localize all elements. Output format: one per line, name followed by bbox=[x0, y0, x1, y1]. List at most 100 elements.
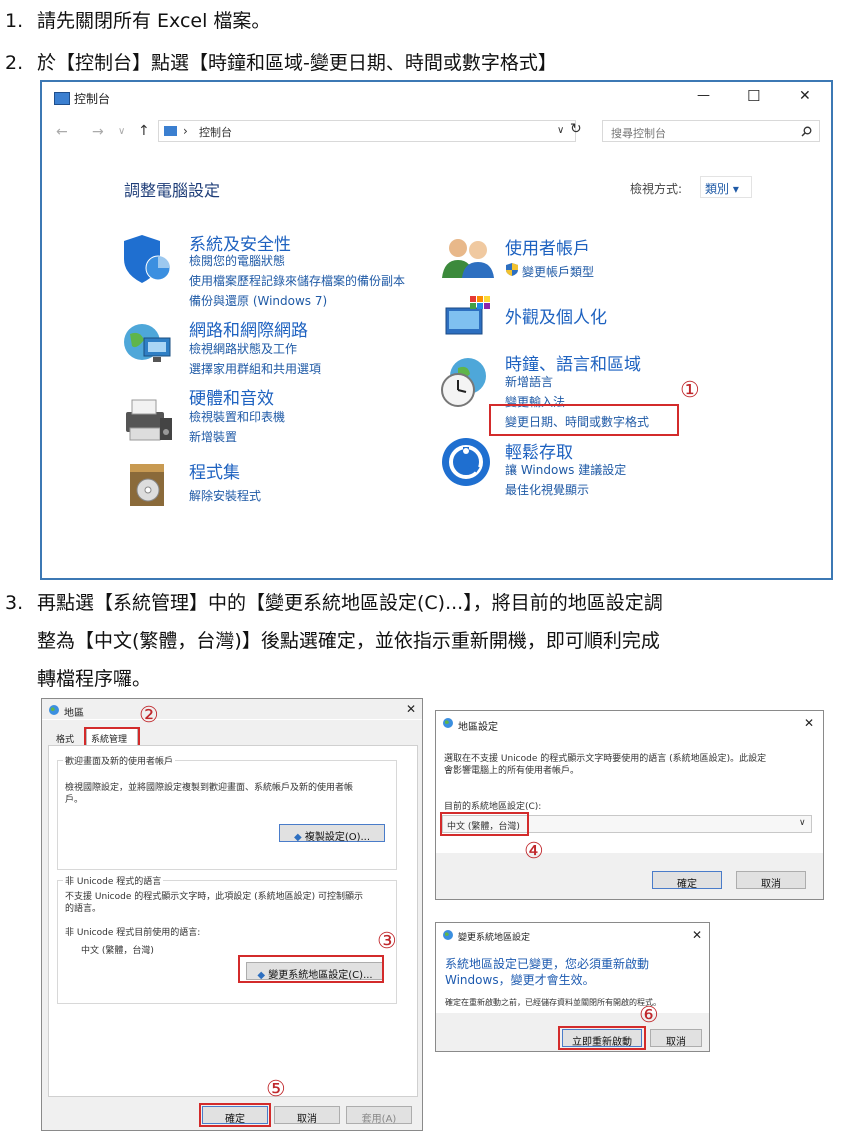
step-3-line-3: 轉檔程序囉。 bbox=[37, 668, 152, 690]
category-hardware-sound[interactable]: 硬體和音效 bbox=[189, 384, 274, 409]
view-by-label: 檢視方式: bbox=[630, 182, 683, 196]
forward-arrow-icon[interactable]: → bbox=[92, 124, 104, 140]
copy-settings-button[interactable]: ◆ 複製設定(O)... bbox=[279, 824, 385, 843]
region-dialog: 地區 ✕ 格式 系統管理 ② 歡迎畫面及新的使用者帳戶 檢視國際設定，並將國際設… bbox=[41, 698, 423, 1131]
category-clock-language-region[interactable]: 時鐘、語言和區域 bbox=[505, 350, 641, 375]
clock-globe-icon bbox=[441, 358, 486, 407]
window-title: 控制台 bbox=[74, 92, 111, 106]
back-arrow-icon[interactable]: ← bbox=[56, 124, 68, 140]
link-backup-restore[interactable]: 備份與還原 (Windows 7) bbox=[189, 292, 327, 309]
region-cancel-button[interactable]: 取消 bbox=[274, 1106, 340, 1125]
marker-1: ① bbox=[680, 378, 700, 403]
link-change-account-type[interactable]: 變更帳戶類型 bbox=[522, 263, 594, 280]
link-file-history[interactable]: 使用檔案歷程記錄來儲存檔案的備份副本 bbox=[189, 272, 405, 289]
tab-format[interactable]: 格式 bbox=[56, 732, 74, 745]
current-language-value: 中文 (繁體，台灣) bbox=[81, 946, 154, 956]
group-welcome-title: 歡迎畫面及新的使用者帳戶 bbox=[63, 754, 176, 767]
control-panel-icon bbox=[54, 92, 70, 105]
change-heading-line-2: Windows，變更才會生效。 bbox=[445, 973, 595, 987]
control-panel-path-icon bbox=[164, 126, 177, 136]
search-placeholder: 搜尋控制台 bbox=[611, 127, 666, 140]
search-box[interactable]: 搜尋控制台 bbox=[602, 120, 820, 142]
link-optimize-display[interactable]: 最佳化視覺顯示 bbox=[505, 481, 589, 498]
settings-dialog-title: 地區設定 bbox=[458, 722, 498, 733]
settings-ok-button[interactable]: 確定 bbox=[652, 871, 722, 890]
highlight-box-5 bbox=[199, 1103, 271, 1127]
appearance-icon bbox=[445, 296, 490, 335]
link-uninstall[interactable]: 解除安裝程式 bbox=[189, 487, 261, 504]
change-text: 確定在重新啟動之前，已經儲存資料並關閉所有開啟的程式。 bbox=[445, 998, 661, 1007]
up-arrow-icon[interactable]: ↑ bbox=[138, 123, 150, 139]
link-network-status[interactable]: 檢視網路狀態及工作 bbox=[189, 340, 297, 357]
highlight-box-3 bbox=[238, 955, 384, 983]
recent-dropdown-icon[interactable]: ∨ bbox=[118, 126, 125, 137]
highlight-box-4 bbox=[440, 812, 529, 836]
link-devices-printers[interactable]: 檢視裝置和印表機 bbox=[189, 408, 285, 425]
settings-close-button[interactable]: ✕ bbox=[804, 716, 814, 730]
region-close-button[interactable]: ✕ bbox=[406, 702, 416, 716]
change-heading-line-1: 系統地區設定已變更，您必須重新啟動 bbox=[445, 957, 650, 971]
marker-2: ② bbox=[139, 703, 159, 728]
group-welcome bbox=[57, 760, 397, 870]
category-ease-of-access[interactable]: 輕鬆存取 bbox=[505, 438, 573, 463]
category-appearance[interactable]: 外觀及個人化 bbox=[505, 303, 607, 328]
tab-panel: 歡迎畫面及新的使用者帳戶 檢視國際設定，並將國際設定複製到歡迎畫面、系統帳戶及新… bbox=[48, 745, 418, 1097]
change-close-button[interactable]: ✕ bbox=[692, 928, 702, 942]
printer-icon bbox=[126, 399, 172, 441]
path-separator: › bbox=[183, 124, 188, 138]
user-accounts-icon bbox=[442, 239, 494, 278]
marker-6: ⑥ bbox=[639, 1003, 659, 1028]
region-globe-icon bbox=[443, 930, 453, 940]
ease-of-access-icon bbox=[442, 438, 490, 486]
uac-shield-icon: ◆ bbox=[293, 832, 302, 843]
refresh-icon[interactable]: ↻ bbox=[570, 121, 582, 137]
region-globe-icon bbox=[49, 705, 59, 715]
settings-cancel-button[interactable]: 取消 bbox=[736, 871, 806, 890]
region-settings-dialog: 地區設定 ✕ 選取在不支援 Unicode 的程式顯示文字時要使用的語言 (系統… bbox=[435, 710, 824, 900]
group-unicode-title: 非 Unicode 程式的語言 bbox=[63, 874, 164, 887]
uac-shield-icon bbox=[506, 263, 518, 276]
path-text: 控制台 bbox=[199, 126, 232, 139]
close-button[interactable]: ✕ bbox=[799, 88, 811, 104]
category-programs[interactable]: 程式集 bbox=[189, 458, 240, 483]
network-globe-icon bbox=[124, 324, 171, 362]
highlight-box-1 bbox=[489, 404, 679, 436]
change-locale-dialog: 變更系統地區設定 ✕ 系統地區設定已變更，您必須重新啟動 Windows，變更才… bbox=[435, 922, 710, 1052]
step-1: 1. 請先關閉所有 Excel 檔案。 bbox=[5, 10, 271, 32]
region-globe-icon bbox=[443, 718, 453, 728]
search-icon bbox=[801, 126, 812, 137]
step-3: 3. 再點選【系統管理】中的【變更系統地區設定(C)...】，將目前的地區設定調 bbox=[5, 592, 663, 614]
page-heading: 調整電腦設定 bbox=[124, 181, 221, 200]
programs-disc-icon bbox=[130, 464, 164, 506]
region-apply-button[interactable]: 套用(A) bbox=[346, 1106, 412, 1125]
category-network[interactable]: 網路和網際網路 bbox=[189, 316, 308, 341]
marker-3: ③ bbox=[377, 929, 397, 954]
address-dropdown-icon[interactable]: ∨ bbox=[557, 125, 564, 136]
shield-icon bbox=[124, 235, 171, 283]
link-add-device[interactable]: 新增裝置 bbox=[189, 428, 237, 445]
view-by-dropdown[interactable]: 類別 ▾ bbox=[700, 176, 752, 198]
link-let-windows-suggest[interactable]: 讓 Windows 建議設定 bbox=[505, 461, 626, 478]
unicode-text-line-2: 的語言。 bbox=[65, 904, 102, 914]
change-dialog-title: 變更系統地區設定 bbox=[458, 933, 531, 943]
link-review-status[interactable]: 檢閱您的電腦狀態 bbox=[189, 252, 285, 269]
step-2: 2. 於【控制台】點選【時鐘和區域-變更日期、時間或數字格式】 bbox=[5, 52, 557, 74]
title-divider bbox=[42, 719, 422, 720]
change-cancel-button[interactable]: 取消 bbox=[650, 1029, 702, 1048]
welcome-text-line-2: 戶。 bbox=[65, 795, 84, 805]
category-user-accounts[interactable]: 使用者帳戶 bbox=[505, 234, 590, 259]
control-panel-window: 控制台 — ☐ ✕ ← → ∨ ↑ › 控制台 ∨ ↻ 搜尋控制台 調整電腦設定… bbox=[40, 80, 833, 580]
marker-5: ⑤ bbox=[266, 1077, 286, 1102]
highlight-box-6 bbox=[558, 1026, 646, 1050]
address-bar[interactable]: › 控制台 ∨ bbox=[158, 120, 576, 142]
step-3-line-2: 整為【中文(繁體，台灣)】後點選確定，並依指示重新開機，即可順利完成 bbox=[37, 630, 660, 652]
unicode-text-line-1: 不支援 Unicode 的程式顯示文字時，此項設定 (系統地區設定) 可控制顯示 bbox=[65, 892, 363, 902]
chevron-down-icon: ∨ bbox=[799, 818, 806, 828]
link-homegroup[interactable]: 選擇家用群組和共用選項 bbox=[189, 360, 321, 377]
region-dialog-title: 地區 bbox=[64, 708, 84, 719]
current-locale-label: 目前的系統地區設定(C): bbox=[444, 802, 542, 812]
maximize-button[interactable]: ☐ bbox=[747, 87, 760, 105]
link-add-language[interactable]: 新增語言 bbox=[505, 373, 553, 390]
minimize-button[interactable]: — bbox=[697, 88, 710, 103]
marker-4: ④ bbox=[524, 839, 544, 864]
